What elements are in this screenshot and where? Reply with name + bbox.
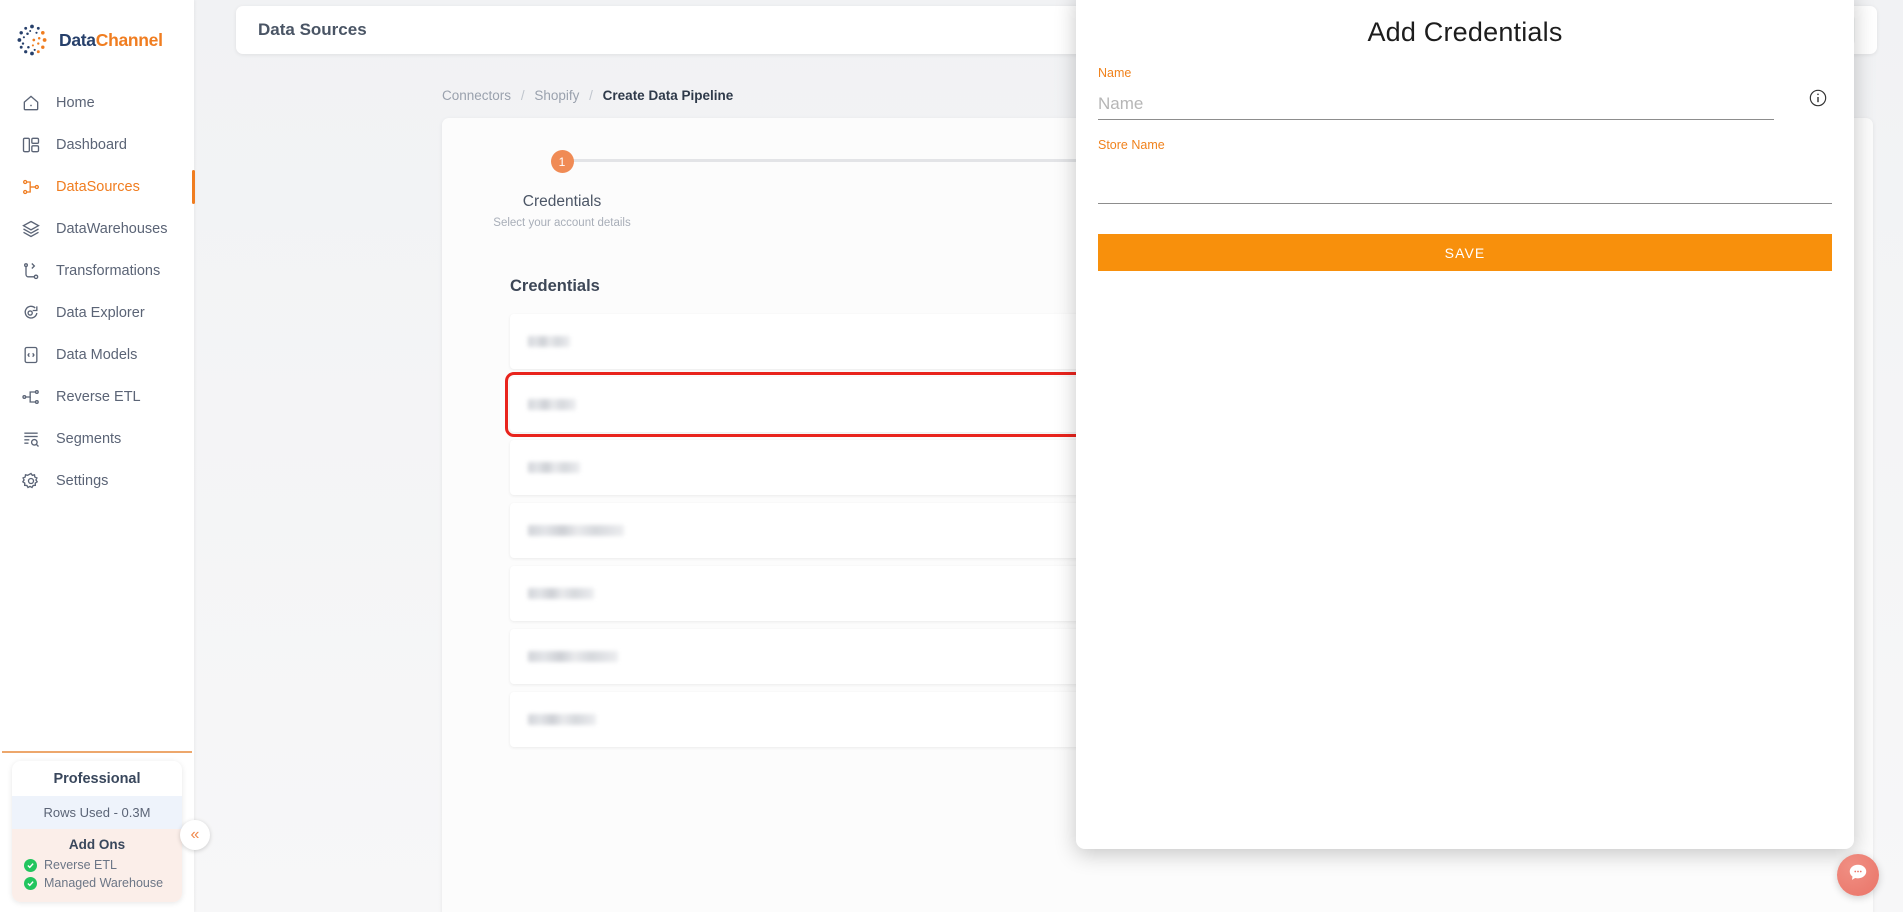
sidebar-item-datasources[interactable]: DataSources: [0, 166, 195, 208]
sidebar-item-segments[interactable]: Segments: [0, 418, 194, 460]
breadcrumb-item-connectors[interactable]: Connectors: [442, 88, 511, 103]
store-name-field-group: Store Name: [1098, 138, 1832, 204]
sidebar-item-label: Dashboard: [56, 137, 127, 153]
chat-bubble-icon: [1847, 862, 1869, 889]
sidebar-item-data-models[interactable]: Data Models: [0, 334, 194, 376]
credential-name-redacted: [528, 336, 570, 347]
credential-name-redacted: [528, 525, 624, 536]
addon-label: Reverse ETL: [44, 858, 117, 872]
store-name-field[interactable]: [1098, 160, 1832, 204]
sidebar: DataChannel Home Dashboard DataSources D…: [0, 0, 195, 912]
sidebar-item-label: Transformations: [56, 263, 161, 279]
credential-name-redacted: [528, 462, 580, 473]
breadcrumb-separator: /: [589, 88, 593, 103]
sidebar-item-transformations[interactable]: Transformations: [0, 250, 194, 292]
store-name-field-label: Store Name: [1098, 138, 1165, 152]
breadcrumb-separator: /: [520, 88, 525, 103]
sidebar-divider: [2, 751, 192, 753]
breadcrumb-item-shopify[interactable]: Shopify: [534, 88, 579, 103]
data-models-icon: [20, 344, 42, 366]
sidebar-item-settings[interactable]: Settings: [0, 460, 194, 502]
step-number-badge: 1: [550, 150, 574, 173]
addon-item: Managed Warehouse: [12, 874, 182, 892]
step-label: Credentials: [522, 193, 602, 210]
sidebar-item-label: Home: [56, 95, 95, 111]
sidebar-item-reverse-etl[interactable]: Reverse ETL: [0, 376, 194, 418]
name-field-group: Name: [1098, 66, 1832, 120]
save-button[interactable]: SAVE: [1098, 234, 1832, 271]
sidebar-nav: Home Dashboard DataSources DataWarehouse…: [0, 82, 195, 502]
credential-name-redacted: [528, 714, 596, 725]
sidebar-item-data-explorer[interactable]: Data Explorer: [0, 292, 194, 334]
plan-name: Professional: [12, 761, 182, 796]
breadcrumb: Connectors / Shopify / Create Data Pipel…: [442, 88, 733, 103]
check-icon: [24, 858, 37, 872]
sidebar-item-home[interactable]: Home: [0, 82, 194, 124]
step-connector: [562, 159, 1158, 162]
sidebar-item-datawarehouses[interactable]: DataWarehouses: [0, 208, 194, 250]
app-root: DataChannel Home Dashboard DataSources D…: [0, 0, 1903, 912]
datawarehouses-icon: [20, 218, 42, 240]
page-title: Data Sources: [258, 20, 367, 39]
addon-label: Managed Warehouse: [44, 876, 164, 890]
settings-icon: [20, 470, 42, 492]
sidebar-item-label: Data Explorer: [56, 305, 145, 321]
brand-name-part2: Channel: [95, 29, 163, 50]
active-indicator: [192, 170, 195, 204]
sidebar-item-label: DataWarehouses: [56, 221, 168, 237]
sidebar-item-label: Settings: [56, 473, 109, 489]
plan-card[interactable]: Professional Rows Used - 0.3M Add Ons Re…: [12, 761, 182, 902]
add-credentials-modal: Add Credentials Name Store Name SAVE: [1076, 0, 1854, 849]
brand-name-part1: Data: [59, 29, 96, 50]
sidebar-collapse-button[interactable]: «: [180, 820, 210, 850]
sidebar-item-dashboard[interactable]: Dashboard: [0, 124, 194, 166]
chat-support-button[interactable]: [1837, 854, 1879, 896]
step-subtitle: Select your account details: [493, 217, 631, 229]
name-field[interactable]: [1098, 88, 1774, 120]
sidebar-item-label: Segments: [56, 431, 122, 447]
dashboard-icon: [20, 134, 42, 156]
sidebar-item-label: Reverse ETL: [56, 389, 141, 405]
datasources-icon: [20, 176, 42, 198]
plan-addons-list: Reverse ETL Managed Warehouse: [12, 856, 182, 902]
plan-rows-used: Rows Used - 0.3M: [12, 796, 182, 829]
info-icon[interactable]: [1808, 88, 1828, 108]
plan-addons-title: Add Ons: [12, 829, 182, 856]
sidebar-item-label: Data Models: [56, 347, 138, 363]
check-icon: [24, 876, 37, 890]
brand-logo-group[interactable]: DataChannel: [0, 0, 194, 72]
reverse-etl-icon: [20, 386, 42, 408]
chevron-double-left-icon: «: [190, 826, 200, 843]
credential-name-redacted: [528, 588, 594, 599]
addon-item: Reverse ETL: [12, 856, 182, 874]
segments-icon: [20, 428, 42, 450]
sidebar-item-label: DataSources: [56, 179, 140, 195]
brand-name: DataChannel: [59, 30, 163, 51]
credentials-title: Credentials: [510, 276, 600, 295]
datachannel-logo-icon: [14, 22, 50, 58]
modal-title: Add Credentials: [1367, 17, 1563, 47]
home-icon: [20, 92, 42, 114]
credential-name-redacted: [528, 399, 576, 410]
data-explorer-icon: [20, 302, 42, 324]
name-field-label: Name: [1098, 66, 1132, 80]
breadcrumb-current: Create Data Pipeline: [602, 88, 734, 103]
credential-name-redacted: [528, 651, 618, 662]
transformations-icon: [20, 260, 42, 282]
